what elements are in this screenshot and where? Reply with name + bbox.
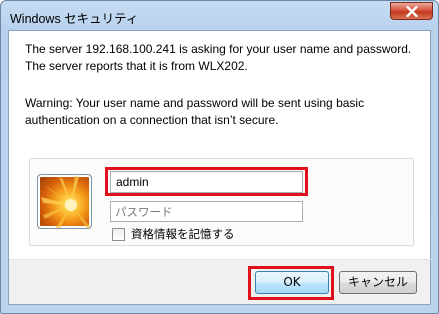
warning-message: Warning: Your user name and password wil… [25, 96, 365, 127]
remember-credentials-checkbox[interactable] [112, 228, 125, 241]
username-input[interactable] [110, 171, 303, 193]
title-bar[interactable]: Windows セキュリティ [1, 1, 438, 31]
remember-credentials-label[interactable]: 資格情報を記憶する [131, 226, 235, 242]
password-input[interactable] [110, 201, 303, 222]
dialog-body: The server 192.168.100.241 is asking for… [8, 30, 432, 305]
close-icon [406, 6, 418, 17]
security-dialog: Windows セキュリティ The server 192.168.100.24… [0, 0, 439, 314]
server-message: The server 192.168.100.241 is asking for… [25, 42, 412, 73]
window-title: Windows セキュリティ [10, 12, 139, 26]
ok-button[interactable]: OK [255, 271, 329, 294]
user-avatar-icon [37, 174, 92, 229]
credential-tile: 資格情報を記憶する [29, 158, 414, 246]
cancel-button[interactable]: キャンセル [339, 271, 417, 294]
close-button[interactable] [390, 2, 433, 20]
button-bar: OK キャンセル [9, 260, 430, 304]
